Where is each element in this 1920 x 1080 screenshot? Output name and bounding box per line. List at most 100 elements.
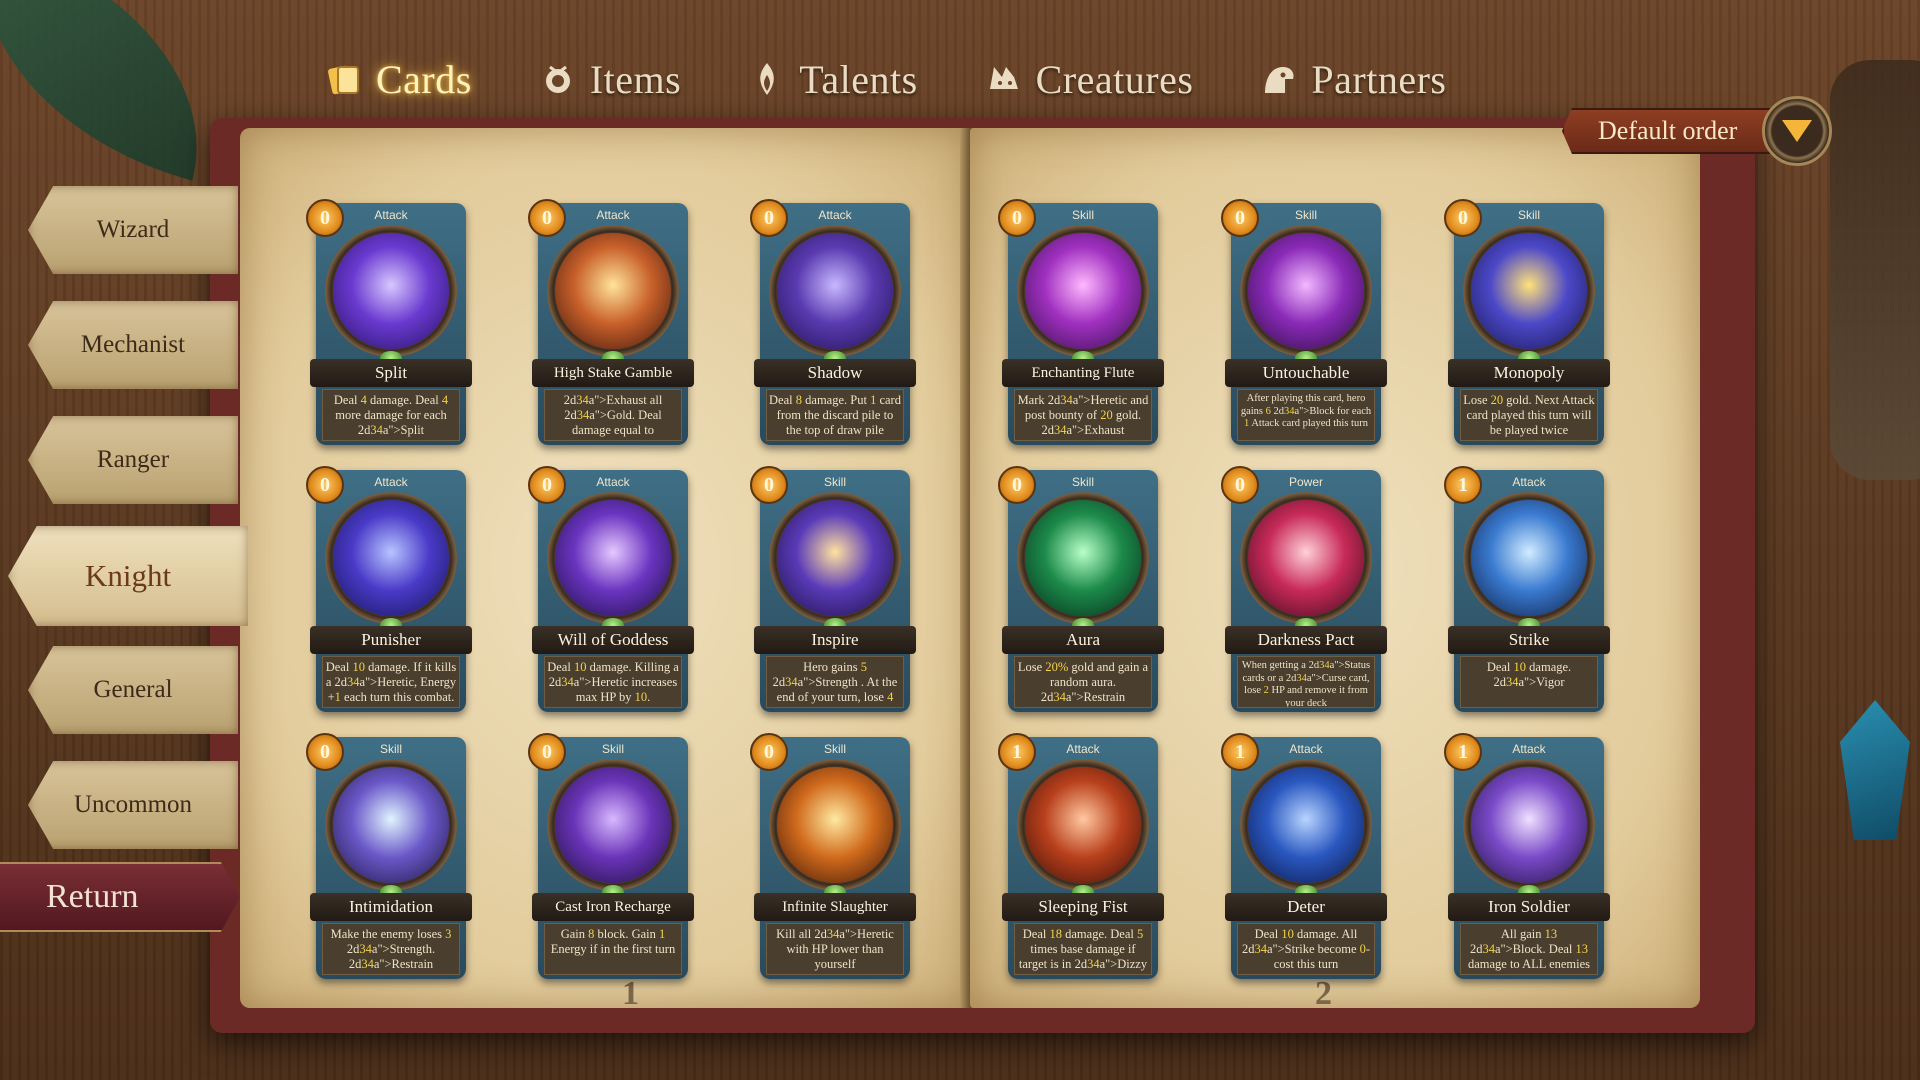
card-will-of-goddess[interactable]: Attack 0 Will of Goddess Deal 10 damage. Ki… [528, 466, 694, 712]
category-tab-mechanist[interactable]: Mechanist [28, 301, 238, 389]
tab-creatures[interactable]: Creatures [960, 44, 1236, 114]
return-button[interactable]: Return [0, 862, 240, 932]
category-label: Mechanist [80, 331, 186, 358]
green-ring-art [1025, 500, 1141, 616]
items-icon [545, 65, 570, 93]
card-description: Make the enemy loses 3 2d34a">Strength. … [322, 923, 460, 975]
card-description: Lose 20% gold and gain a random aura. 2d… [1014, 656, 1152, 708]
card-name: Shadow [754, 359, 916, 387]
iron-anvil-art [555, 767, 671, 883]
card-sleeping-fist[interactable]: Attack 1 Sleeping Fist Deal 18 damage. Deal… [998, 733, 1164, 979]
card-name: Deter [1225, 893, 1387, 921]
energy-cost-icon: 0 [750, 199, 788, 237]
card-intimidation[interactable]: Skill 0 Intimidation Make the enemy loses 3… [306, 733, 472, 979]
category-tab-uncommon[interactable]: Uncommon [28, 761, 238, 849]
category-label: Wizard [96, 216, 170, 243]
card-split[interactable]: Attack 0 Split Deal 4 damage. Deal 4 more d… [306, 199, 472, 445]
energy-cost-icon: 0 [306, 733, 344, 771]
category-tab-general[interactable]: General [28, 646, 238, 734]
punisher-warrior-art [333, 500, 449, 616]
rune-stone-art [1248, 233, 1364, 349]
energy-cost-icon: 0 [750, 466, 788, 504]
energy-cost-icon: 0 [306, 466, 344, 504]
card-name: Aura [1002, 626, 1164, 654]
partners-icon [1265, 67, 1294, 93]
energy-cost-icon: 0 [998, 466, 1036, 504]
energy-cost-icon: 0 [528, 466, 566, 504]
energy-cost-icon: 1 [1221, 733, 1259, 771]
energy-cost-icon: 0 [1221, 199, 1259, 237]
card-name: Darkness Pact [1225, 626, 1387, 654]
card-description: When getting a 2d34a">Status cards or a … [1237, 656, 1375, 708]
card-name: Punisher [310, 626, 472, 654]
card-description: Deal 8 damage. Put 1 card from the disca… [766, 389, 904, 441]
tab-label: Items [589, 56, 682, 102]
category-tab-ranger[interactable]: Ranger [28, 416, 238, 504]
tab-partners[interactable]: Partners [1235, 44, 1488, 114]
card-name: Inspire [754, 626, 916, 654]
card-untouchable[interactable]: Skill 0 Untouchable After playing this card… [1221, 199, 1387, 445]
category-label: Uncommon [73, 791, 193, 818]
card-description: Deal 4 damage. Deal 4 more damage for ea… [322, 389, 460, 441]
iron-fist-art [1471, 767, 1587, 883]
category-tab-knight[interactable]: Knight [8, 526, 248, 626]
fiery-sword-art [777, 767, 893, 883]
category-tab-wizard[interactable]: Wizard [28, 186, 238, 274]
sort-selected-label: Default order [1598, 116, 1738, 145]
card-infinite-slaughter[interactable]: Skill 0 Infinite Slaughter Kill all 2d34a">… [750, 733, 916, 979]
tab-talents[interactable]: Talents [723, 44, 959, 114]
energy-cost-icon: 0 [998, 199, 1036, 237]
energy-cost-icon: 0 [528, 733, 566, 771]
card-description: Lose 20 gold. Next Attack card played th… [1460, 389, 1598, 441]
card-iron-soldier[interactable]: Attack 1 Iron Soldier All gain 13 2d34a">Bl… [1444, 733, 1610, 979]
glowing-eye-art [333, 767, 449, 883]
card-description: Deal 10 damage. All 2d34a">Strike become… [1237, 923, 1375, 975]
card-shadow[interactable]: Attack 0 Shadow Deal 8 damage. Put 1 card f… [750, 199, 916, 445]
card-strike[interactable]: Attack 1 Strike Deal 10 damage. 2d34a">Vigo… [1444, 466, 1610, 712]
card-description: 2d34a">Exhaust all 2d34a">Gold. Deal dam… [544, 389, 682, 441]
card-description: Gain 8 block. Gain 1 Energy if in the fi… [544, 923, 682, 975]
card-high-stake-gamble[interactable]: Attack 0 High Stake Gamble 2d34a">Exhaust a… [528, 199, 694, 445]
energy-cost-icon: 0 [1444, 199, 1482, 237]
purple-swirl-art [333, 233, 449, 349]
card-aura[interactable]: Skill 0 Aura Lose 20% gold and gain a rando… [998, 466, 1164, 712]
card-name: Strike [1448, 626, 1610, 654]
gold-chest-art [555, 233, 671, 349]
cards-icon [328, 65, 359, 95]
blood-scroll-art [1248, 500, 1364, 616]
card-name: High Stake Gamble [532, 359, 694, 387]
page-number-left: 1 [622, 975, 639, 1012]
top-nav: Cards Items Talents Creatures Partners [300, 44, 1640, 114]
energy-cost-icon: 1 [998, 733, 1036, 771]
tab-label: Creatures [1035, 56, 1194, 102]
card-name: Monopoly [1448, 359, 1610, 387]
return-label: Return [46, 878, 139, 915]
blue-blade-art [1471, 500, 1587, 616]
card-description: Mark 2d34a">Heretic and post bounty of 2… [1014, 389, 1152, 441]
magenta-spiral-art [1025, 233, 1141, 349]
category-label: Ranger [96, 446, 170, 473]
card-description: Deal 10 damage. If it kills a 2d34a">Her… [322, 656, 460, 708]
card-darkness-pact[interactable]: Power 0 Darkness Pact When getting a 2d34a"… [1221, 466, 1387, 712]
card-name: Will of Goddess [532, 626, 694, 654]
energy-cost-icon: 0 [750, 733, 788, 771]
card-name: Intimidation [310, 893, 472, 921]
card-description: All gain 13 2d34a">Block. Deal 13 damage… [1460, 923, 1598, 975]
tab-items[interactable]: Items [514, 44, 723, 114]
card-monopoly[interactable]: Skill 0 Monopoly Lose 20 gold. Next Attack … [1444, 199, 1610, 445]
card-deter[interactable]: Attack 1 Deter Deal 10 damage. All 2d34a">S… [1221, 733, 1387, 979]
chevron-down-icon [1782, 120, 1812, 142]
card-description: Deal 18 damage. Deal 5 times base damage… [1014, 923, 1152, 975]
energy-cost-icon: 0 [306, 199, 344, 237]
tab-cards[interactable]: Cards [300, 44, 514, 114]
card-description: Deal 10 damage. 2d34a">Vigor [1460, 656, 1598, 708]
card-punisher[interactable]: Attack 0 Punisher Deal 10 damage. If it kil… [306, 466, 472, 712]
raised-sword-art [777, 500, 893, 616]
energy-cost-icon: 1 [1444, 733, 1482, 771]
branch-decoration [1830, 60, 1920, 480]
card-description: After playing this card, hero gains 6 2d… [1237, 389, 1375, 441]
card-description: Kill all 2d34a">Heretic with HP lower th… [766, 923, 904, 975]
card-cast-iron-recharge[interactable]: Skill 0 Cast Iron Recharge Gain 8 block. Ga… [528, 733, 694, 979]
card-inspire[interactable]: Skill 0 Inspire Hero gains 5 2d34a">Strengt… [750, 466, 916, 712]
card-enchanting-flute[interactable]: Skill 0 Enchanting Flute Mark 2d34a">Hereti… [998, 199, 1164, 445]
